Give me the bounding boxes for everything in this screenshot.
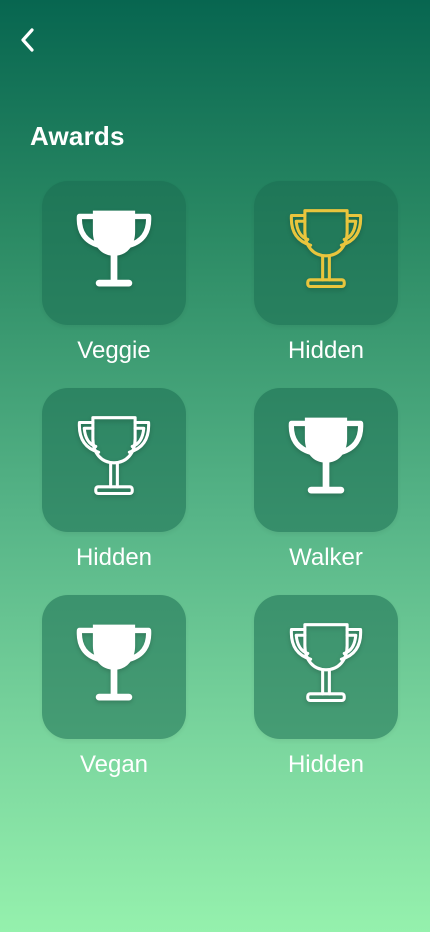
award-veggie[interactable]: Veggie: [34, 181, 194, 365]
award-label: Vegan: [79, 751, 149, 778]
trophy-outline-icon: [278, 617, 374, 718]
award-hidden[interactable]: Hidden: [246, 595, 406, 779]
award-tile: [42, 388, 186, 532]
awards-grid: Veggie Hidden Hidden Walker Vegan Hidden: [0, 0, 430, 932]
award-walker[interactable]: Walker: [246, 388, 406, 572]
award-label: Veggie: [77, 337, 151, 364]
award-label: Hidden: [75, 544, 153, 571]
award-hidden[interactable]: Hidden: [246, 181, 406, 365]
award-tile: [42, 181, 186, 325]
award-hidden[interactable]: Hidden: [34, 388, 194, 572]
trophy-outline-icon: [66, 410, 162, 511]
award-vegan[interactable]: Vegan: [34, 595, 194, 779]
trophy-filled-icon: [66, 203, 162, 304]
trophy-filled-icon: [66, 617, 162, 718]
award-tile: [42, 595, 186, 739]
trophy-filled-icon: [278, 410, 374, 511]
award-tile: [254, 388, 398, 532]
trophy-outline-icon: [278, 203, 374, 304]
award-label: Walker: [289, 544, 363, 571]
award-tile: [254, 181, 398, 325]
award-tile: [254, 595, 398, 739]
award-label: Hidden: [287, 337, 365, 364]
award-label: Hidden: [287, 751, 365, 778]
